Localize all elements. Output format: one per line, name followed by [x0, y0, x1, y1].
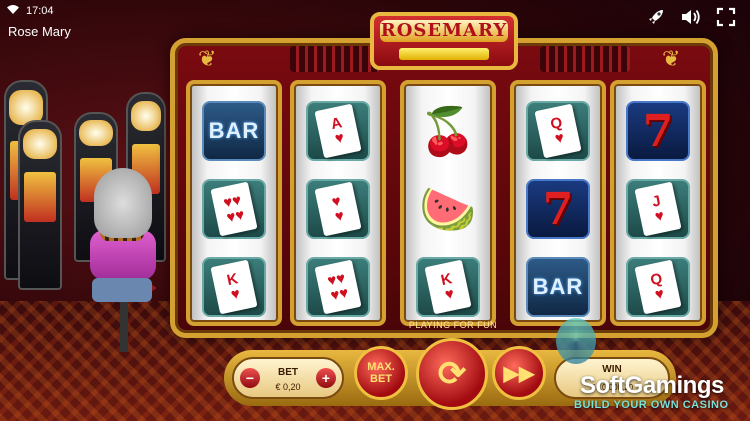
reel-symbol: ♥ ♥ [302, 174, 374, 244]
watermark-name: SoftGamings [580, 372, 724, 399]
speaker-grille-left [290, 46, 380, 72]
hearts-symbol-icon: ♥ ♥ [306, 179, 370, 239]
player-avatar [86, 168, 160, 328]
reel-symbol: 7 [622, 96, 694, 166]
play-mode-label: PLAYING FOR FUN [408, 320, 498, 330]
wifi-icon [6, 4, 20, 18]
app-title: Rose Mary [8, 24, 71, 39]
ace-symbol-icon: A ♥ [306, 101, 370, 161]
reel-symbol: K ♥ [412, 252, 484, 322]
BAR-symbol-icon: BAR [526, 257, 590, 317]
spin-icon: ⟳ [437, 355, 467, 393]
card-face: Q ♥ [534, 103, 582, 159]
reel-symbol: BAR [198, 96, 270, 166]
max-bet-label: MAX. BET [367, 360, 395, 385]
reel-5: 7 J ♥ Q ♥ [610, 80, 706, 326]
reel-symbol: Q ♥ [622, 252, 694, 322]
reels-area: BAR ♥♥ ♥♥ K ♥ A ♥ ♥ ♥ ♥♥ ♥♥ 🍒 🍉 K ♥ Q ♥ 7 BAR 7 J ♥ Q … [186, 80, 718, 326]
game-logo: ROSEMARY [380, 20, 508, 42]
top-toolbar [646, 7, 736, 31]
reel-symbol: 🍉 [412, 174, 484, 244]
reel-symbol: ♥♥ ♥♥ [198, 174, 270, 244]
rocket-icon[interactable] [646, 7, 666, 31]
BAR-symbol-icon: BAR [202, 101, 266, 161]
reel-symbol: BAR [522, 252, 594, 322]
card-face: Q ♥ [634, 259, 682, 315]
watermelon-symbol-icon: 🍉 [419, 182, 477, 235]
7-symbol-icon: 7 [626, 101, 690, 161]
queen-symbol-icon: Q ♥ [626, 257, 690, 317]
hearts-symbol-icon: ♥♥ ♥♥ [306, 257, 370, 317]
speaker-icon[interactable] [680, 7, 702, 31]
spin-button[interactable]: ⟳ [416, 338, 488, 410]
card-face: ♥♥ ♥♥ [210, 181, 258, 237]
card-face: ♥♥ ♥♥ [314, 259, 362, 315]
king-symbol-icon: K ♥ [202, 257, 266, 317]
reel-symbol: K ♥ [198, 252, 270, 322]
reel-symbol: A ♥ [302, 96, 374, 166]
machine-topper: ROSEMARY [370, 12, 518, 70]
max-bet-button[interactable]: MAX. BET [354, 346, 408, 400]
7-symbol-icon: 7 [526, 179, 590, 239]
reel-4: Q ♥ 7 BAR [510, 80, 606, 326]
reel-symbol: 🍒 [412, 96, 484, 166]
card-face: ♥ ♥ [314, 181, 362, 237]
card-face: K ♥ [424, 259, 472, 315]
background-slot-machine [18, 120, 62, 290]
reel-2: A ♥ ♥ ♥ ♥♥ ♥♥ [290, 80, 386, 326]
reel-symbol: ♥♥ ♥♥ [302, 252, 374, 322]
ornament-right-icon: ❦ [662, 46, 681, 71]
softgamings-logo-icon [556, 318, 596, 364]
cherry-symbol-icon: 🍒 [419, 104, 477, 157]
fast-forward-icon: ▶▶ [503, 362, 535, 385]
fullscreen-icon[interactable] [716, 7, 736, 31]
bet-box: − BET € 0,20 + [232, 357, 344, 399]
autoplay-button[interactable]: ▶▶ [492, 346, 546, 400]
bet-increase-button[interactable]: + [316, 368, 336, 388]
king-symbol-icon: K ♥ [416, 257, 480, 317]
jack-symbol-icon: J ♥ [626, 179, 690, 239]
reel-3: 🍒 🍉 K ♥ [400, 80, 496, 326]
reel-symbol: Q ♥ [522, 96, 594, 166]
reel-symbol: 7 [522, 174, 594, 244]
reel-symbol: J ♥ [622, 174, 694, 244]
card-face: A ♥ [314, 103, 362, 159]
watermark-tagline: BUILD YOUR OWN CASINO [574, 399, 729, 411]
reel-1: BAR ♥♥ ♥♥ K ♥ [186, 80, 282, 326]
queen-symbol-icon: Q ♥ [526, 101, 590, 161]
hearts-symbol-icon: ♥♥ ♥♥ [202, 179, 266, 239]
topper-light [399, 48, 489, 60]
ornament-left-icon: ❦ [198, 46, 217, 71]
speaker-grille-right [540, 46, 630, 72]
card-face: K ♥ [210, 259, 258, 315]
clock-time: 17:04 [26, 5, 54, 17]
card-face: J ♥ [634, 181, 682, 237]
